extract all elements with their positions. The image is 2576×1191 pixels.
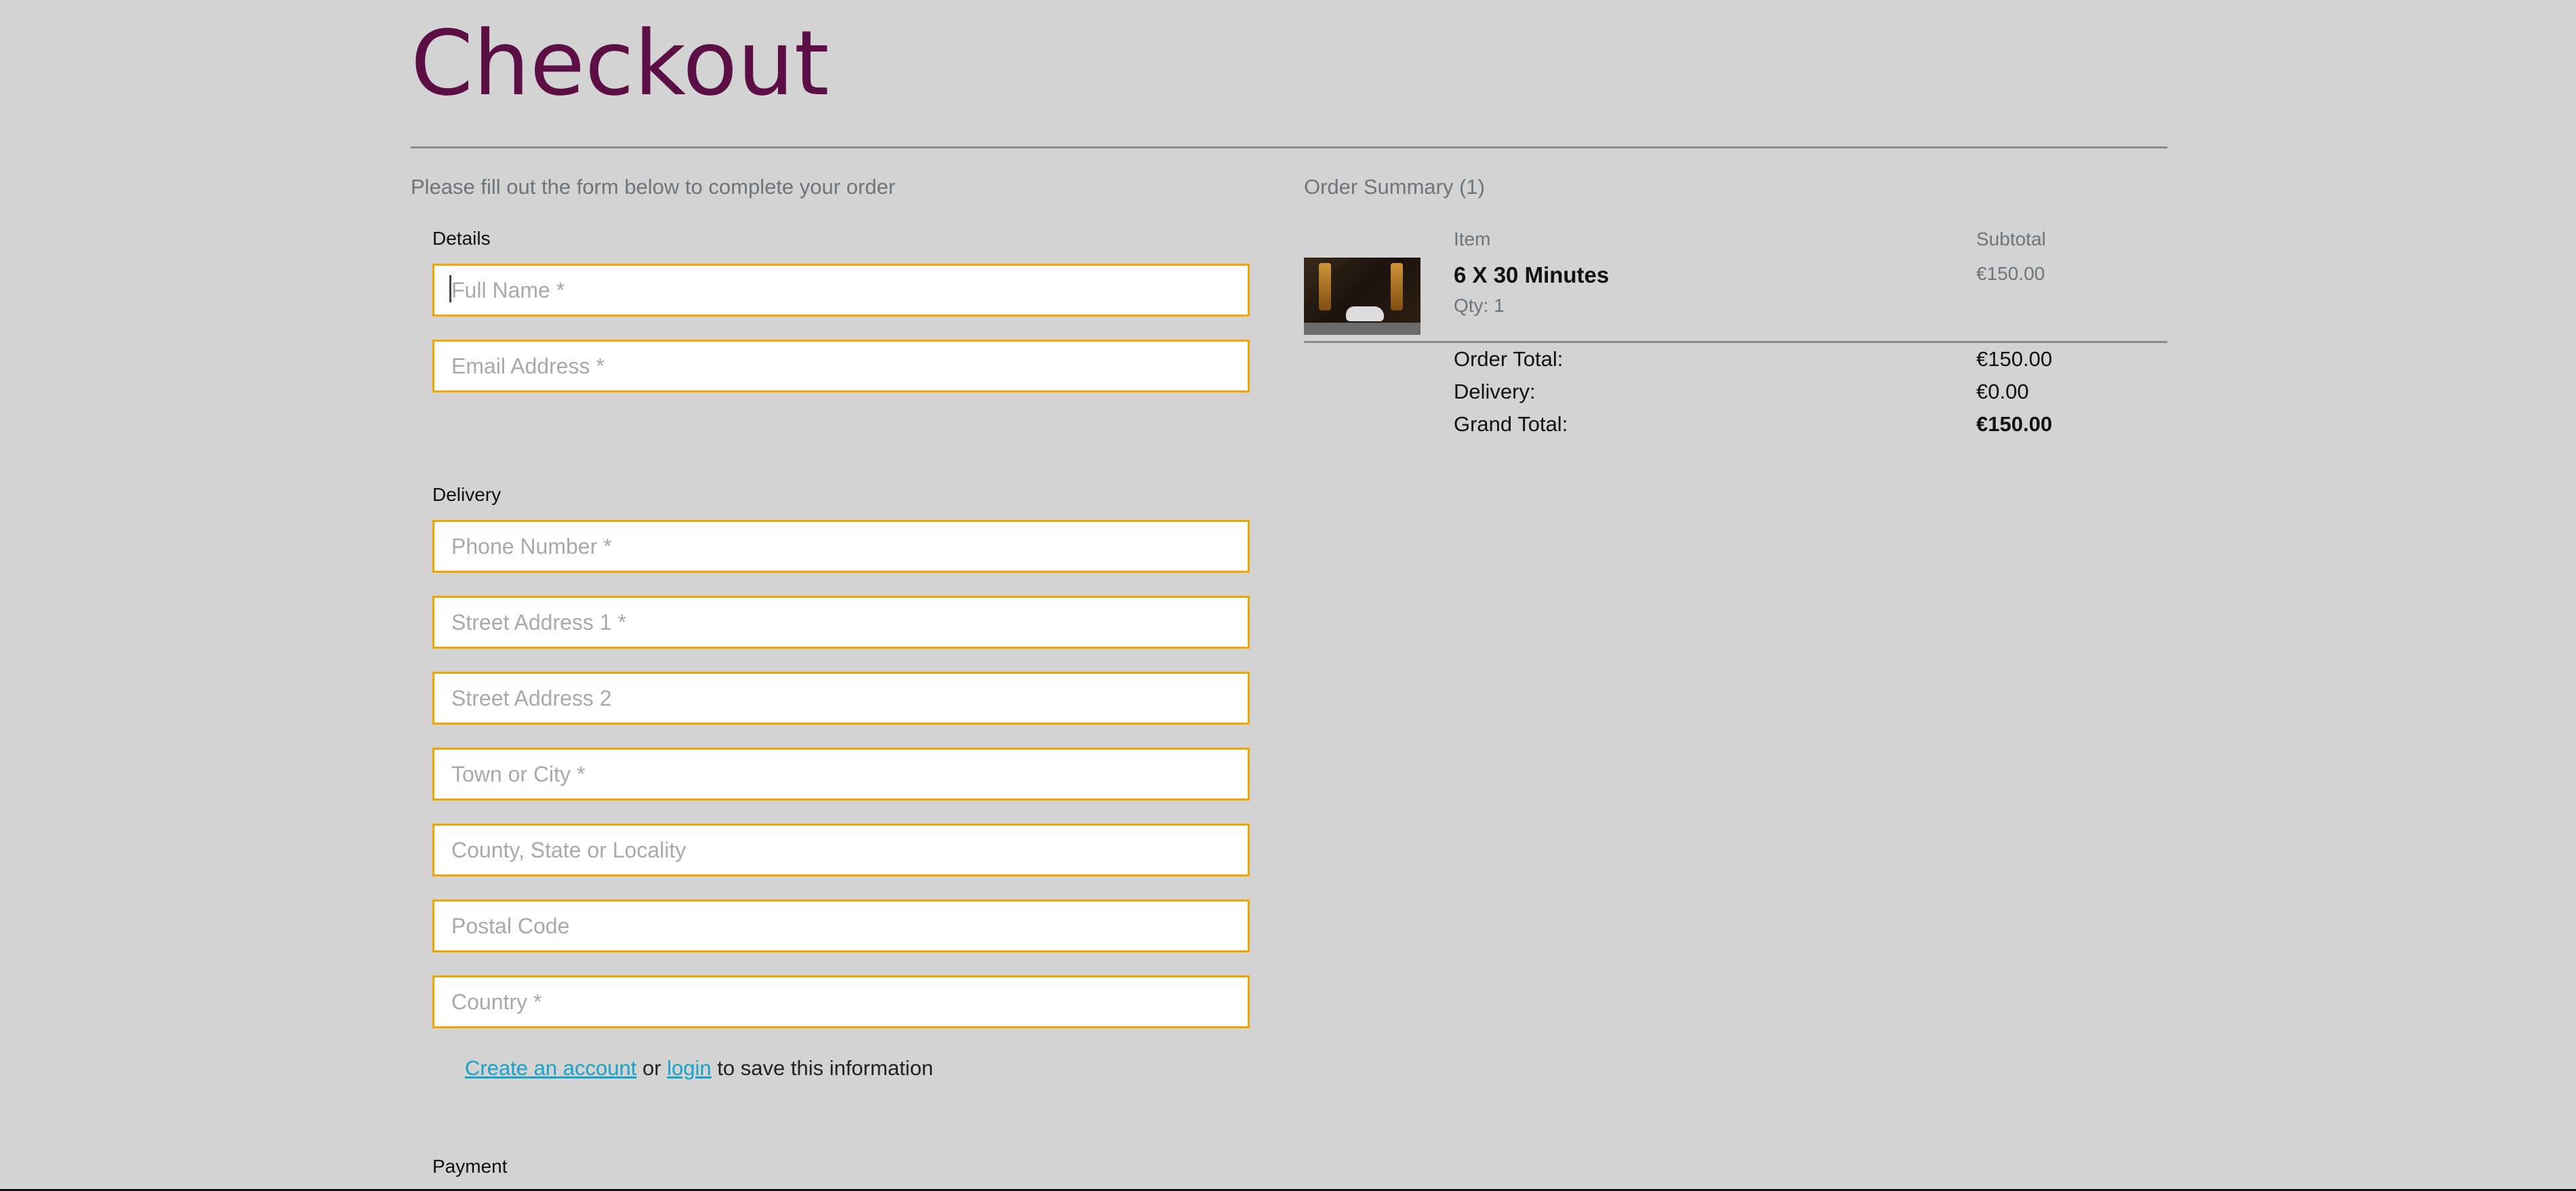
save-info-text: Create an account or login to save this … [465, 1055, 933, 1082]
phone-number-input[interactable] [432, 520, 1250, 573]
grand-total-label: Grand Total: [1454, 412, 1568, 436]
product-quantity: Qty: 1 [1454, 295, 1505, 316]
product-image-detail [1304, 323, 1420, 335]
product-image-detail [1319, 263, 1331, 310]
summary-divider [1304, 341, 2167, 343]
product-subtotal: €150.00 [1976, 263, 2045, 284]
details-section-label: Details [432, 228, 491, 249]
delivery-cost-label: Delivery: [1454, 380, 1536, 403]
checkout-page: Checkout Please fill out the form below … [411, 0, 2167, 1191]
save-info-suffix: to save this information [717, 1056, 934, 1080]
subtotal-column-header: Subtotal [1976, 228, 2046, 249]
product-name: 6 X 30 Minutes [1454, 262, 1610, 287]
save-info-or: or [642, 1056, 661, 1080]
email-input[interactable] [432, 340, 1250, 392]
title-divider [411, 146, 2167, 148]
order-total-value: €150.00 [1976, 347, 2053, 371]
form-intro-text: Please fill out the form below to comple… [411, 175, 896, 199]
page-title: Checkout [411, 12, 830, 116]
delivery-cost-value: €0.00 [1976, 380, 2029, 403]
payment-section-label: Payment [432, 1156, 508, 1177]
item-column-header: Item [1454, 228, 1491, 249]
street-address-2-input[interactable] [432, 672, 1250, 725]
grand-total-value: €150.00 [1976, 412, 2053, 436]
text-cursor [449, 275, 451, 302]
delivery-section-label: Delivery [432, 484, 502, 505]
product-image [1304, 258, 1420, 335]
product-image-detail [1346, 306, 1384, 321]
postal-code-input[interactable] [432, 900, 1250, 952]
order-summary-heading: Order Summary (1) [1304, 175, 1485, 199]
town-city-input[interactable] [432, 748, 1250, 801]
order-total-label: Order Total: [1454, 347, 1563, 371]
full-name-input[interactable] [432, 264, 1250, 317]
create-account-link[interactable]: Create an account [465, 1056, 636, 1080]
county-input[interactable] [432, 824, 1250, 876]
login-link[interactable]: login [667, 1056, 712, 1080]
street-address-1-input[interactable] [432, 596, 1250, 649]
country-select[interactable] [432, 975, 1250, 1028]
product-image-detail [1391, 263, 1403, 310]
